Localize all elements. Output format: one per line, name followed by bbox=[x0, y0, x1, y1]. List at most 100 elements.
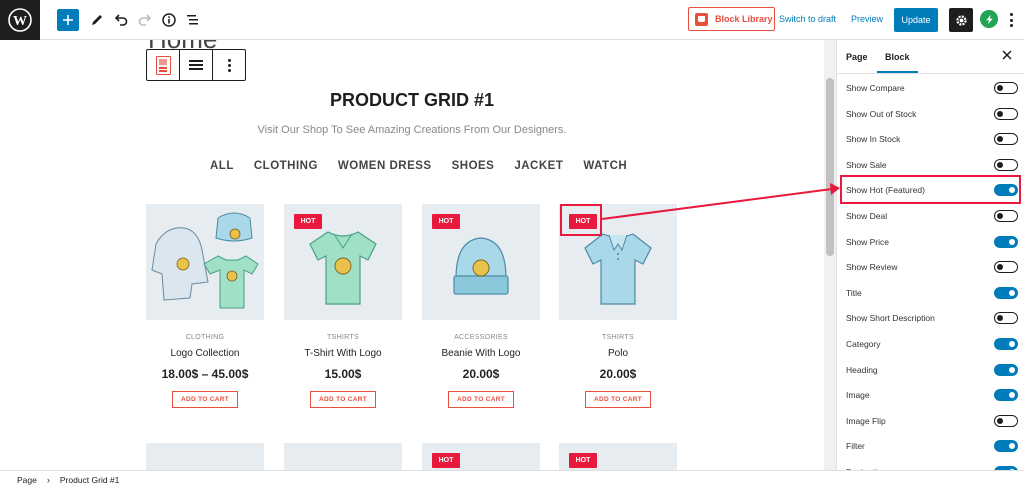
filter-women-dress[interactable]: WOMEN DRESS bbox=[338, 160, 432, 172]
product-image[interactable]: HOT bbox=[559, 443, 677, 470]
undo-button[interactable] bbox=[110, 8, 132, 32]
option-toggle[interactable] bbox=[994, 210, 1018, 222]
product-card[interactable] bbox=[284, 443, 402, 470]
filter-clothing[interactable]: CLOTHING bbox=[254, 160, 318, 172]
product-image[interactable] bbox=[146, 204, 264, 320]
option-row: Pagination bbox=[846, 462, 1018, 470]
close-sidebar-button[interactable] bbox=[1000, 48, 1014, 62]
option-label: Show In Stock bbox=[846, 134, 901, 145]
scrollbar-thumb[interactable] bbox=[826, 78, 834, 256]
filter-watch[interactable]: WATCH bbox=[583, 160, 627, 172]
option-toggle[interactable] bbox=[994, 261, 1018, 274]
breadcrumb-root[interactable]: Page bbox=[17, 475, 37, 485]
product-image[interactable]: HOT bbox=[422, 204, 540, 320]
option-toggle[interactable] bbox=[994, 82, 1018, 94]
list-view-button[interactable] bbox=[182, 8, 204, 32]
canvas-scrollbar[interactable] bbox=[824, 40, 836, 470]
add-to-cart-button[interactable]: ADD TO CART bbox=[310, 391, 376, 408]
filter-all[interactable]: ALL bbox=[210, 160, 234, 172]
add-to-cart-button[interactable]: ADD TO CART bbox=[448, 391, 514, 408]
product-name[interactable]: Polo bbox=[559, 348, 677, 359]
product-image[interactable] bbox=[284, 443, 402, 470]
list-view-icon bbox=[187, 15, 198, 25]
sidebar-tabs: Page Block bbox=[837, 40, 1024, 74]
option-label: Show Review bbox=[846, 262, 898, 273]
option-label: Show Deal bbox=[846, 211, 888, 221]
product-card[interactable] bbox=[146, 443, 264, 470]
product-image[interactable] bbox=[146, 443, 264, 470]
option-row: Show Price bbox=[846, 232, 1018, 252]
preview-button[interactable]: Preview bbox=[851, 14, 883, 24]
editor-canvas[interactable]: Home PRODUCT GRID #1 Visit Our Shop To S… bbox=[0, 40, 824, 470]
block-library-button[interactable]: Block Library bbox=[688, 7, 775, 31]
option-toggle[interactable] bbox=[994, 133, 1018, 146]
hot-badge: HOT bbox=[569, 453, 597, 468]
product-category: CLOTHING bbox=[185, 334, 225, 341]
product-image[interactable]: HOT bbox=[422, 443, 540, 470]
option-label: Show Compare bbox=[846, 83, 905, 93]
product-card[interactable]: HOT TSHIRTS T-Shirt With Logo 15.00$ ADD… bbox=[284, 204, 402, 408]
option-toggle[interactable] bbox=[994, 158, 1018, 171]
product-grid-heading: PRODUCT GRID #1 bbox=[329, 90, 495, 110]
pencil-icon bbox=[92, 15, 102, 25]
option-label: Category bbox=[846, 339, 881, 349]
add-to-cart-button[interactable]: ADD TO CART bbox=[172, 391, 238, 408]
align-button[interactable] bbox=[180, 50, 213, 80]
breadcrumb-current[interactable]: Product Grid #1 bbox=[60, 475, 120, 485]
block-library-label: Block Library bbox=[715, 14, 773, 24]
option-row: Image bbox=[846, 385, 1018, 405]
kebab-icon bbox=[227, 58, 231, 72]
option-row: Show Compare bbox=[846, 78, 1018, 98]
option-toggle[interactable] bbox=[994, 414, 1018, 427]
product-card[interactable]: HOT bbox=[559, 443, 677, 470]
option-row: Show In Stock bbox=[846, 129, 1018, 149]
add-to-cart-button[interactable]: ADD TO CART bbox=[585, 391, 651, 408]
option-label: Show Short Description bbox=[846, 313, 935, 324]
product-name[interactable]: Logo Collection bbox=[146, 348, 264, 359]
performance-plugin-button[interactable] bbox=[980, 10, 998, 28]
filter-shoes[interactable]: SHOES bbox=[452, 160, 495, 172]
option-toggle[interactable] bbox=[994, 286, 1018, 299]
option-toggle[interactable] bbox=[994, 235, 1018, 248]
breadcrumb: Page › Product Grid #1 bbox=[0, 470, 1024, 488]
option-label: Show Sale bbox=[846, 159, 887, 170]
switch-to-draft-button[interactable]: Switch to draft bbox=[779, 14, 836, 24]
option-label: Show Out of Stock bbox=[846, 108, 917, 119]
align-icon bbox=[189, 60, 203, 70]
settings-button[interactable] bbox=[949, 8, 973, 32]
option-label: Filter bbox=[846, 441, 865, 452]
redo-button[interactable] bbox=[134, 8, 156, 32]
add-block-button[interactable] bbox=[57, 9, 79, 31]
settings-sidebar: Page Block Show Compare Show Out of Stock… bbox=[836, 40, 1024, 470]
tab-page[interactable]: Page bbox=[846, 52, 868, 62]
product-card[interactable]: HOT ACCESSORIES Beanie With Logo 20.00$ … bbox=[422, 204, 540, 408]
option-toggle[interactable] bbox=[994, 107, 1018, 120]
option-toggle[interactable] bbox=[994, 440, 1018, 453]
category-filter-bar: ALL CLOTHING WOMEN DRESS SHOES JACKET WA… bbox=[210, 160, 647, 172]
option-toggle[interactable] bbox=[994, 338, 1018, 350]
filter-jacket[interactable]: JACKET bbox=[514, 160, 563, 172]
info-icon bbox=[162, 13, 176, 27]
tools-button[interactable] bbox=[86, 8, 108, 32]
option-toggle[interactable] bbox=[994, 363, 1018, 376]
tab-block[interactable]: Block bbox=[877, 52, 917, 73]
block-options-button[interactable] bbox=[213, 50, 245, 80]
product-category: ACCESSORIES bbox=[454, 334, 508, 341]
product-name[interactable]: Beanie With Logo bbox=[422, 348, 540, 359]
product-grid-subtitle: Visit Our Shop To See Amazing Creations … bbox=[257, 124, 567, 136]
hot-badge-highlight bbox=[560, 204, 602, 236]
wordpress-logo-icon[interactable]: W bbox=[0, 0, 40, 40]
option-toggle[interactable] bbox=[994, 389, 1018, 402]
options-menu-button[interactable] bbox=[1006, 11, 1016, 29]
dot-icon bbox=[1009, 13, 1013, 16]
product-card[interactable]: CLOTHING Logo Collection 18.00$ – 45.00$… bbox=[146, 204, 264, 408]
product-image[interactable]: HOT bbox=[284, 204, 402, 320]
option-toggle[interactable] bbox=[994, 312, 1018, 325]
product-card[interactable]: HOT bbox=[422, 443, 540, 470]
update-button[interactable]: Update bbox=[894, 8, 938, 32]
option-row: Title bbox=[846, 283, 1018, 303]
details-button[interactable] bbox=[158, 8, 180, 32]
block-type-button[interactable] bbox=[147, 50, 180, 80]
product-name[interactable]: T-Shirt With Logo bbox=[284, 348, 402, 359]
show-hot-option-highlight bbox=[840, 175, 1021, 204]
